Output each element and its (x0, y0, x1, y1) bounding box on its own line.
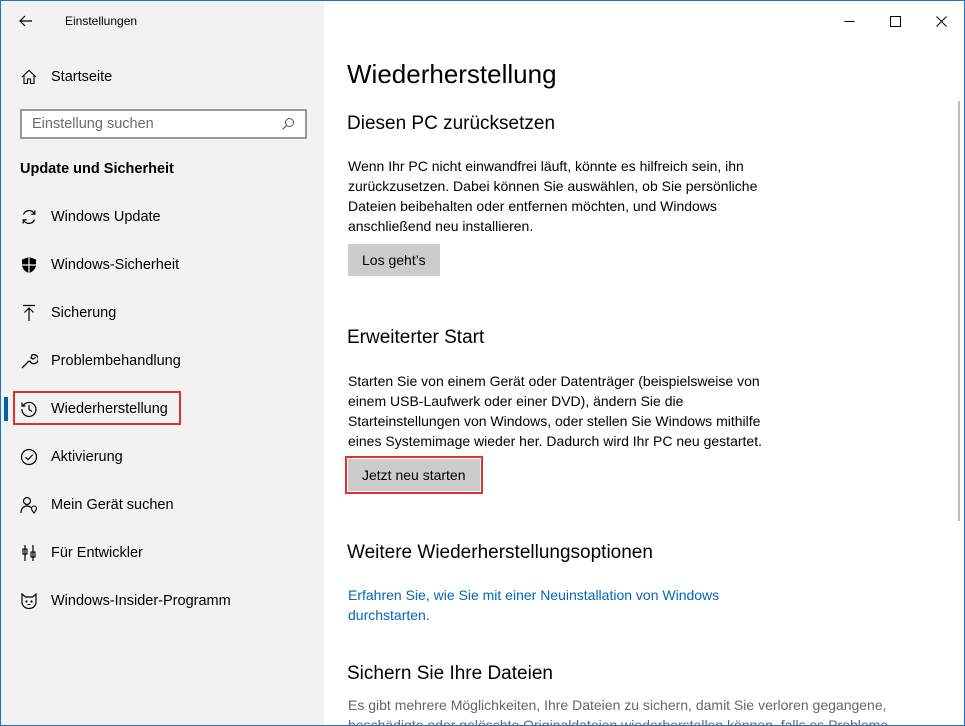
sidebar-item-developers[interactable]: Für Entwickler (1, 529, 324, 577)
nav-list: Windows Update Windows-Sicherheit Sicher… (1, 193, 324, 625)
app-title: Einstellungen (65, 14, 138, 28)
search-placeholder: Einstellung suchen (32, 116, 154, 132)
backup-arrow-icon (19, 303, 39, 323)
backup-description-line1: Es gibt mehrere Möglichkeiten, Ihre Date… (348, 697, 887, 713)
sidebar-item-label: Windows Update (51, 209, 161, 225)
sidebar-item-label: Sicherung (51, 305, 117, 321)
sidebar-item-troubleshoot[interactable]: Problembehandlung (1, 337, 324, 385)
back-button[interactable] (1, 1, 51, 41)
get-started-button[interactable]: Los geht’s (348, 244, 440, 276)
more-options-heading: Weitere Wiederherstellungsoptionen (347, 542, 653, 563)
shield-icon (19, 255, 39, 275)
main-content: Wiederherstellung Diesen PC zurücksetzen… (345, 1, 947, 726)
active-indicator (4, 397, 8, 421)
home-link[interactable]: Startseite (1, 57, 324, 97)
page-title: Wiederherstellung (347, 59, 557, 89)
home-label: Startseite (51, 69, 113, 85)
insider-cat-icon (19, 591, 39, 611)
reset-heading: Diesen PC zurücksetzen (347, 113, 556, 134)
section-title: Update und Sicherheit (20, 161, 174, 177)
sidebar-item-label: Mein Gerät suchen (51, 497, 174, 513)
sidebar: Einstellungen Startseite Einstellung suc… (1, 1, 324, 725)
sidebar-item-label: Problembehandlung (51, 353, 181, 369)
sidebar-item-activation[interactable]: Aktivierung (1, 433, 324, 481)
developer-icon (19, 543, 39, 563)
sync-icon (19, 207, 39, 227)
reset-description: Wenn Ihr PC nicht einwandfrei läuft, kön… (348, 158, 758, 234)
title-bar: Einstellungen (1, 1, 324, 41)
search-input[interactable]: Einstellung suchen (20, 109, 307, 139)
scrollbar-thumb[interactable] (958, 101, 960, 521)
sidebar-item-label: Windows-Insider-Programm (51, 593, 231, 609)
person-location-icon (19, 495, 39, 515)
sidebar-item-label: Windows-Sicherheit (51, 257, 180, 273)
search-icon (282, 118, 294, 130)
sidebar-item-label: Aktivierung (51, 449, 123, 465)
advanced-start-description: Starten Sie von einem Gerät oder Datentr… (348, 373, 762, 449)
sidebar-item-windows-update[interactable]: Windows Update (1, 193, 324, 241)
wrench-icon (19, 351, 39, 371)
backup-heading: Sichern Sie Ihre Dateien (347, 663, 553, 684)
home-icon (19, 67, 39, 87)
sidebar-item-find-device[interactable]: Mein Gerät suchen (1, 481, 324, 529)
sidebar-item-insider[interactable]: Windows-Insider-Programm (1, 577, 324, 625)
restart-now-button[interactable]: Jetzt neu starten (345, 456, 483, 494)
check-circle-icon (19, 447, 39, 467)
recovery-highlight-box (13, 391, 181, 425)
back-arrow-icon (19, 15, 32, 27)
sidebar-item-backup[interactable]: Sicherung (1, 289, 324, 337)
sidebar-item-recovery[interactable]: Wiederherstellung (1, 385, 324, 433)
advanced-start-heading: Erweiterter Start (347, 327, 485, 348)
sidebar-item-windows-security[interactable]: Windows-Sicherheit (1, 241, 324, 289)
settings-window: Einstellungen Startseite Einstellung suc… (0, 0, 965, 726)
sidebar-item-label: Für Entwickler (51, 545, 143, 561)
fresh-start-link[interactable]: Erfahren Sie, wie Sie mit einer Neuinsta… (348, 585, 768, 625)
backup-description-line2: beschädigte oder gelöschte Originaldatei… (348, 717, 889, 726)
